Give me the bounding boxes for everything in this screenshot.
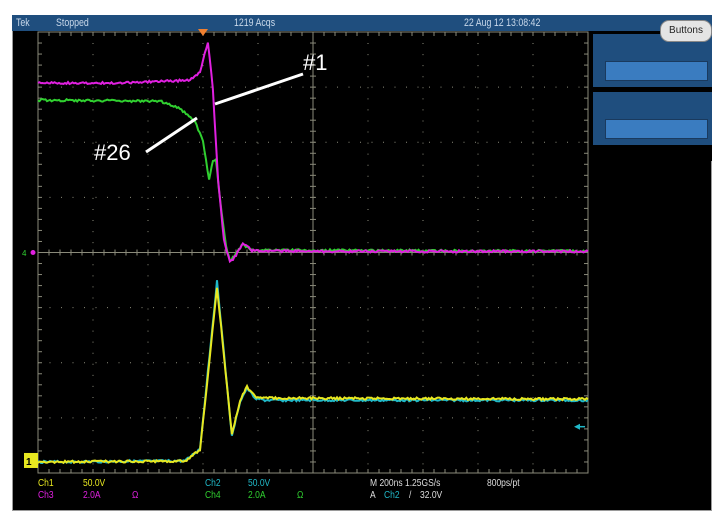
timebase-readout: M 200ns 1.25GS/s	[370, 478, 441, 489]
annotation-26: #26	[94, 140, 131, 165]
annotation-line-1	[214, 72, 304, 106]
ch2-scale: 50.0V	[248, 478, 271, 489]
ch1-ground-marker: 1	[26, 457, 32, 468]
ch1-label: Ch1	[38, 478, 54, 489]
trigger-slope: /	[409, 490, 412, 501]
ch4-scale: 2.0A	[248, 490, 266, 501]
annotation-line-26	[145, 116, 198, 154]
ch3-scale: 2.0A	[83, 490, 101, 501]
ch3-coupling: Ω	[132, 490, 139, 501]
waveform-display: 1 4	[22, 29, 589, 474]
ch4-label: Ch4	[205, 490, 221, 501]
ch4-coupling: Ω	[297, 490, 304, 501]
trigger-prefix: A	[370, 490, 376, 501]
ch4-ground-marker: 4	[22, 249, 27, 258]
ch2-label: Ch2	[205, 478, 221, 489]
trigger-level: 32.0V	[420, 490, 443, 501]
markers: 1	[24, 29, 585, 468]
ch3-label: Ch3	[38, 490, 54, 501]
trigger-source: Ch2	[384, 490, 400, 501]
ch3-ground-marker	[30, 250, 36, 255]
annotation-1: #1	[303, 50, 328, 75]
resolution-readout: 800ps/pt	[487, 478, 520, 489]
ch1-scale: 50.0V	[83, 478, 106, 489]
